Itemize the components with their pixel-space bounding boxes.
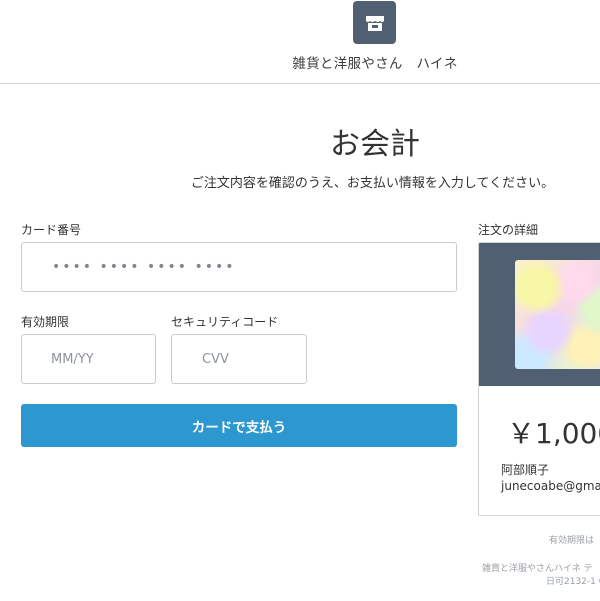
- cvv-input[interactable]: CVV: [171, 334, 307, 384]
- buyer-name: 阿部順子: [501, 463, 550, 477]
- order-price: ￥1,000: [507, 417, 600, 450]
- product-image-area: [479, 243, 600, 386]
- page-header: 雑貨と洋服やさん ハイネ: [0, 0, 600, 84]
- page-subtitle: ご注文内容を確認のうえ、お支払い情報を入力してください。: [190, 176, 555, 191]
- page-title: お会計: [330, 127, 420, 162]
- store-note: 雑貨と洋服やさんハイネ テ: [482, 564, 593, 574]
- expiry-input[interactable]: MM/YY: [21, 334, 156, 384]
- expiry-note: 有効期限は: [549, 536, 595, 546]
- order-details-heading: 注文の詳細: [478, 223, 539, 237]
- storefront-icon: [365, 15, 384, 31]
- card-number-input[interactable]: •••• •••• •••• ••••: [21, 242, 457, 292]
- card-number-label: カード番号: [21, 223, 82, 237]
- license-note: 日可2132-1 C: [546, 577, 600, 587]
- checkout-page: 雑貨と洋服やさん ハイネ お会計 ご注文内容を確認のうえ、お支払い情報を入力して…: [0, 0, 600, 601]
- expiry-label: 有効期限: [21, 315, 70, 329]
- store-name[interactable]: 雑貨と洋服やさん ハイネ: [0, 52, 600, 72]
- buyer-email: junecoabe@gmai: [501, 479, 600, 493]
- store-icon[interactable]: [353, 1, 396, 44]
- pay-with-card-button[interactable]: カードで支払う: [21, 404, 457, 447]
- product-image: [515, 260, 600, 369]
- security-code-label: セキュリティコード: [171, 315, 279, 329]
